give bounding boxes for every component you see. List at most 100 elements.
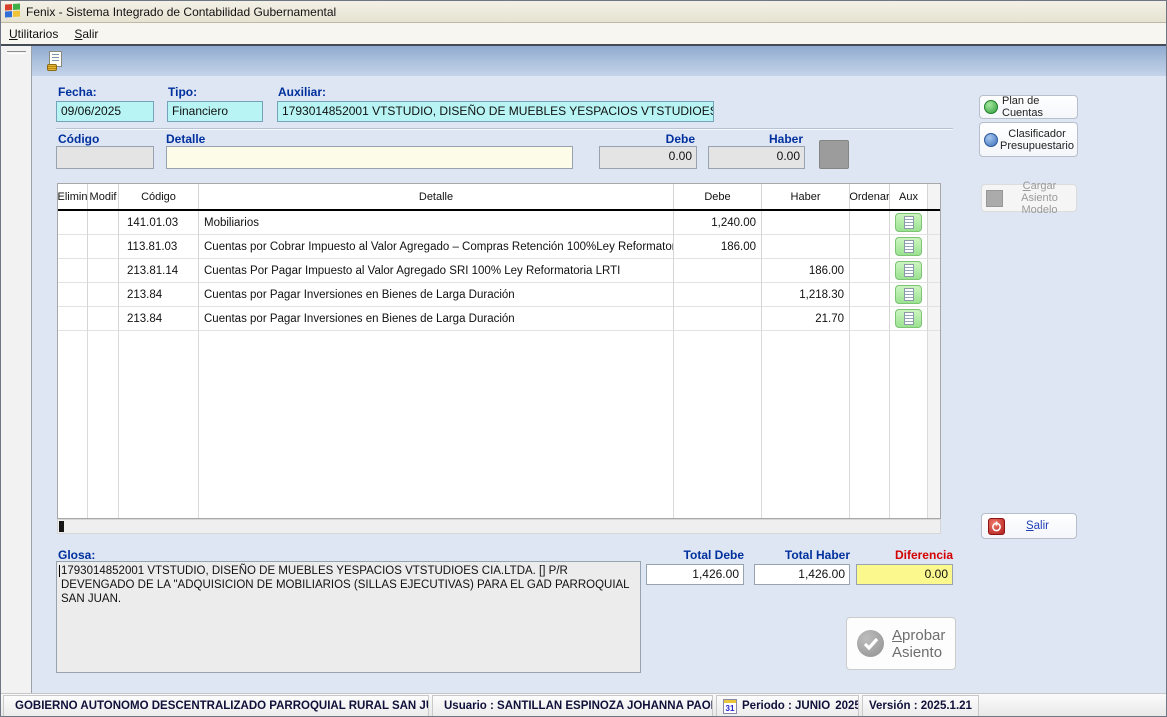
plan-de-cuentas-button[interactable]: Plan de Cuentas <box>979 95 1078 119</box>
cell-aux <box>890 211 928 235</box>
blue-sphere-icon <box>984 133 998 147</box>
table-row[interactable]: 213.84 Cuentas por Pagar Inversiones en … <box>58 283 940 307</box>
cell-haber <box>762 211 850 235</box>
codigo-label: Código <box>58 132 99 146</box>
auxiliar-field[interactable]: 1793014852001 VTSTUDIO, DISEÑO DE MUEBLE… <box>277 101 714 122</box>
cell-ordenar[interactable] <box>850 307 890 331</box>
period-year: 2025 <box>835 700 859 712</box>
glosa-label: Glosa: <box>58 548 95 562</box>
cargar-asiento-label: Cargar AsientoModelo <box>1007 180 1072 216</box>
table-horizontal-scrollbar[interactable] <box>57 519 941 534</box>
cell-modif[interactable] <box>88 307 119 331</box>
notepad-icon <box>904 288 914 301</box>
aux-button[interactable] <box>895 237 922 256</box>
table-row[interactable]: 113.81.03 Cuentas por Cobrar Impuesto al… <box>58 235 940 259</box>
scrollbar-thumb[interactable] <box>59 521 64 532</box>
table-row[interactable]: 141.01.03 Mobiliarios 1,240.00 <box>58 211 940 235</box>
notepad-icon <box>904 264 914 277</box>
cell-modif[interactable] <box>88 211 119 235</box>
cell-elimin[interactable] <box>58 235 88 259</box>
status-bar: GOBIERNO AUTONOMO DESCENTRALIZADO PARROQ… <box>1 693 1167 717</box>
cell-elimin[interactable] <box>58 211 88 235</box>
cell-aux <box>890 307 928 331</box>
cargar-asiento-modelo-button[interactable]: Cargar AsientoModelo <box>981 184 1077 212</box>
aprobar-asiento-button[interactable]: AprobarAsiento <box>846 617 956 670</box>
haber-label: Haber <box>708 132 803 146</box>
app-window: Fenix - Sistema Integrado de Contabilida… <box>0 0 1167 717</box>
cell-codigo: 113.81.03 <box>119 235 199 259</box>
aprobar-label: AprobarAsiento <box>892 627 945 661</box>
cell-ordenar[interactable] <box>850 259 890 283</box>
cell-haber: 21.70 <box>762 307 850 331</box>
cell-modif[interactable] <box>88 283 119 307</box>
header-modif[interactable]: Modif <box>88 184 119 209</box>
notepad-icon <box>904 240 914 253</box>
period-text: Periodo : JUNIO <box>742 700 830 712</box>
salir-label: Salir <box>1005 520 1070 532</box>
debe-input[interactable]: 0.00 <box>599 146 697 169</box>
cell-codigo: 213.84 <box>119 307 199 331</box>
detalle-input[interactable] <box>166 146 573 169</box>
cell-detalle: Cuentas Por Pagar Impuesto al Valor Agre… <box>199 259 674 283</box>
aux-button[interactable] <box>895 261 922 280</box>
cell-detalle: Cuentas por Pagar Inversiones en Bienes … <box>199 283 674 307</box>
power-icon <box>988 518 1005 535</box>
entries-table: Elimin Modif Código Detalle Debe Haber O… <box>57 183 941 519</box>
status-entity: GOBIERNO AUTONOMO DESCENTRALIZADO PARROQ… <box>3 695 429 717</box>
cell-modif[interactable] <box>88 235 119 259</box>
version-text: Versión : 2025.1.21 <box>869 700 972 712</box>
header-codigo[interactable]: Código <box>119 184 199 209</box>
header-debe[interactable]: Debe <box>674 184 762 209</box>
cell-haber: 186.00 <box>762 259 850 283</box>
menu-salir[interactable]: Salir <box>66 25 106 43</box>
header-haber[interactable]: Haber <box>762 184 850 209</box>
cell-elimin[interactable] <box>58 307 88 331</box>
notepad-icon <box>904 312 914 325</box>
aux-button[interactable] <box>895 213 922 232</box>
glosa-textarea[interactable]: 1793014852001 VTSTUDIO, DISEÑO DE MUEBLE… <box>56 561 641 673</box>
clasificador-label: ClasificadorPresupuestario <box>1000 128 1074 152</box>
cell-codigo: 141.01.03 <box>119 211 199 235</box>
add-line-button[interactable] <box>819 140 849 169</box>
cell-ordenar[interactable] <box>850 211 890 235</box>
haber-input[interactable]: 0.00 <box>708 146 805 169</box>
menu-bar: Utilitarios Salir <box>1 23 1167 44</box>
green-sphere-icon <box>984 100 998 114</box>
cell-elimin[interactable] <box>58 259 88 283</box>
user-text: Usuario : SANTILLAN ESPINOZA JOHANNA PAO… <box>444 700 713 712</box>
aux-button[interactable] <box>895 285 922 304</box>
menu-utilitarios[interactable]: Utilitarios <box>1 25 66 43</box>
header-blank <box>928 184 941 209</box>
cell-detalle: Cuentas por Cobrar Impuesto al Valor Agr… <box>199 235 674 259</box>
tipo-field[interactable]: Financiero <box>167 101 263 122</box>
cell-modif[interactable] <box>88 259 119 283</box>
clasificador-presupuestario-button[interactable]: ClasificadorPresupuestario <box>979 122 1078 157</box>
panel-grip[interactable] <box>7 51 26 54</box>
toolbar <box>32 46 1167 76</box>
cell-ordenar[interactable] <box>850 235 890 259</box>
codigo-input[interactable] <box>56 146 154 169</box>
total-haber-field: 1,426.00 <box>754 564 850 585</box>
header-elimin[interactable]: Elimin <box>58 184 88 209</box>
total-debe-label: Total Debe <box>646 548 744 562</box>
salir-button[interactable]: Salir <box>981 513 1077 539</box>
cell-blank <box>928 283 941 307</box>
cell-ordenar[interactable] <box>850 283 890 307</box>
cell-aux <box>890 235 928 259</box>
aux-button[interactable] <box>895 309 922 328</box>
header-aux[interactable]: Aux <box>890 184 928 209</box>
table-row[interactable]: 213.81.14 Cuentas Por Pagar Impuesto al … <box>58 259 940 283</box>
header-detalle[interactable]: Detalle <box>199 184 674 209</box>
cell-elimin[interactable] <box>58 283 88 307</box>
table-row[interactable]: 213.84 Cuentas por Pagar Inversiones en … <box>58 307 940 331</box>
total-haber-label: Total Haber <box>754 548 850 562</box>
form-separator <box>56 128 953 130</box>
fecha-field[interactable]: 09/06/2025 <box>56 101 154 122</box>
cell-debe: 1,240.00 <box>674 211 762 235</box>
voucher-document-icon[interactable] <box>47 51 64 71</box>
cell-detalle: Cuentas por Pagar Inversiones en Bienes … <box>199 307 674 331</box>
header-ordenar[interactable]: Ordenar <box>850 184 890 209</box>
text-caret <box>59 565 60 577</box>
left-panel[interactable] <box>1 46 32 693</box>
cell-blank <box>928 211 941 235</box>
